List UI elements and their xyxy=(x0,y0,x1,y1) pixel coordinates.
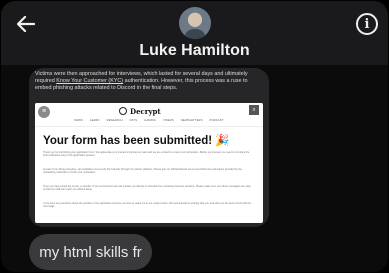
embed-nav-item: GAMING xyxy=(144,119,156,122)
embedded-screenshot[interactable]: ≡ Decrypt ⌕ NEWS LEARN RESEARCH NFTS GAM… xyxy=(35,103,263,223)
back-arrow-icon xyxy=(17,16,35,32)
embed-nav-item: LEARN xyxy=(89,119,100,122)
embed-page-title: Your form has been submitted! 🎉 xyxy=(43,135,230,147)
embed-paragraph: Thank you for submitting your applicatio… xyxy=(43,151,250,158)
embed-logo: Decrypt xyxy=(119,106,161,116)
embed-menu-icon: ≡ xyxy=(38,106,50,118)
outgoing-message-text: my html skills fr xyxy=(39,243,142,261)
decrypt-logo-icon xyxy=(119,107,127,115)
info-button[interactable]: i xyxy=(356,13,378,35)
incoming-message-bubble[interactable]: Victims were then approached for intervi… xyxy=(29,68,269,227)
embed-nav-item: VIDEOS xyxy=(162,119,174,122)
contact-name[interactable]: Luke Hamilton xyxy=(1,42,388,60)
imessage-conversation: Luke Hamilton i Victims were then approa… xyxy=(1,1,388,272)
embed-nav: NEWS LEARN RESEARCH NFTS GAMING VIDEOS N… xyxy=(35,119,263,122)
embed-nav-item: RESEARCH xyxy=(106,119,123,122)
embed-nav-item: NEWSLETTERS xyxy=(180,119,203,122)
embed-paragraph: Once you have joined the server, a membe… xyxy=(43,185,252,192)
kyc-link[interactable]: Know Your Customer (KYC) xyxy=(56,78,123,84)
back-button[interactable] xyxy=(13,11,39,37)
embed-nav-item: PODCAST xyxy=(209,119,224,122)
embed-nav-item: NEWS xyxy=(74,119,83,122)
info-icon: i xyxy=(364,16,370,32)
conversation-header: Luke Hamilton i xyxy=(1,1,388,65)
embed-paragraph: As part of our hiring procedure, all can… xyxy=(43,168,242,175)
embed-logo-text: Decrypt xyxy=(130,106,161,116)
outgoing-message-bubble[interactable]: my html skills fr xyxy=(29,234,152,270)
embed-site-header: ≡ Decrypt ⌕ NEWS LEARN RESEARCH NFTS GAM… xyxy=(35,103,263,127)
incoming-message-text: Victims were then approached for intervi… xyxy=(35,71,248,91)
embed-nav-item: NFTS xyxy=(129,119,138,122)
embed-paragraph: If you have any questions about the posi… xyxy=(43,202,252,209)
avatar[interactable] xyxy=(179,7,211,39)
embed-search-icon: ⌕ xyxy=(249,105,259,115)
